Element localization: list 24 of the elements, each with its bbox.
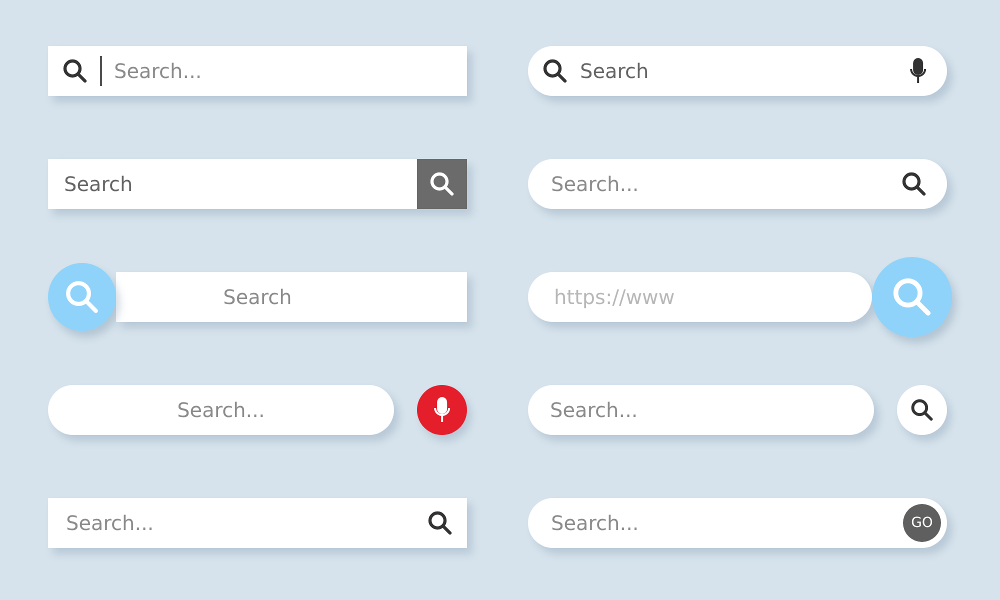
search-field[interactable]: Search bbox=[48, 159, 467, 209]
search-icon bbox=[429, 171, 455, 197]
search-field[interactable]: Search bbox=[528, 46, 947, 96]
microphone-icon bbox=[432, 397, 452, 423]
search-field[interactable]: Search... bbox=[48, 385, 394, 435]
search-button[interactable] bbox=[897, 385, 947, 435]
search-icon bbox=[542, 58, 568, 84]
search-icon bbox=[62, 58, 88, 84]
go-button[interactable]: GO bbox=[903, 504, 941, 542]
search-field[interactable]: Search... bbox=[528, 159, 947, 209]
search-field[interactable]: Search... bbox=[48, 498, 467, 548]
search-icon bbox=[891, 276, 933, 318]
search-icon bbox=[64, 279, 100, 315]
search-field[interactable]: https://www bbox=[528, 272, 872, 322]
search-icon bbox=[901, 171, 927, 197]
text-cursor bbox=[100, 56, 102, 86]
search-field[interactable]: Search... bbox=[48, 46, 467, 96]
search-field[interactable]: Search... bbox=[528, 385, 874, 435]
search-icon bbox=[427, 510, 453, 536]
search-field[interactable]: Search bbox=[116, 272, 467, 322]
microphone-button[interactable] bbox=[417, 385, 467, 435]
microphone-icon bbox=[908, 58, 927, 84]
search-field[interactable]: Search... GO bbox=[528, 498, 947, 548]
search-icon bbox=[910, 398, 934, 422]
